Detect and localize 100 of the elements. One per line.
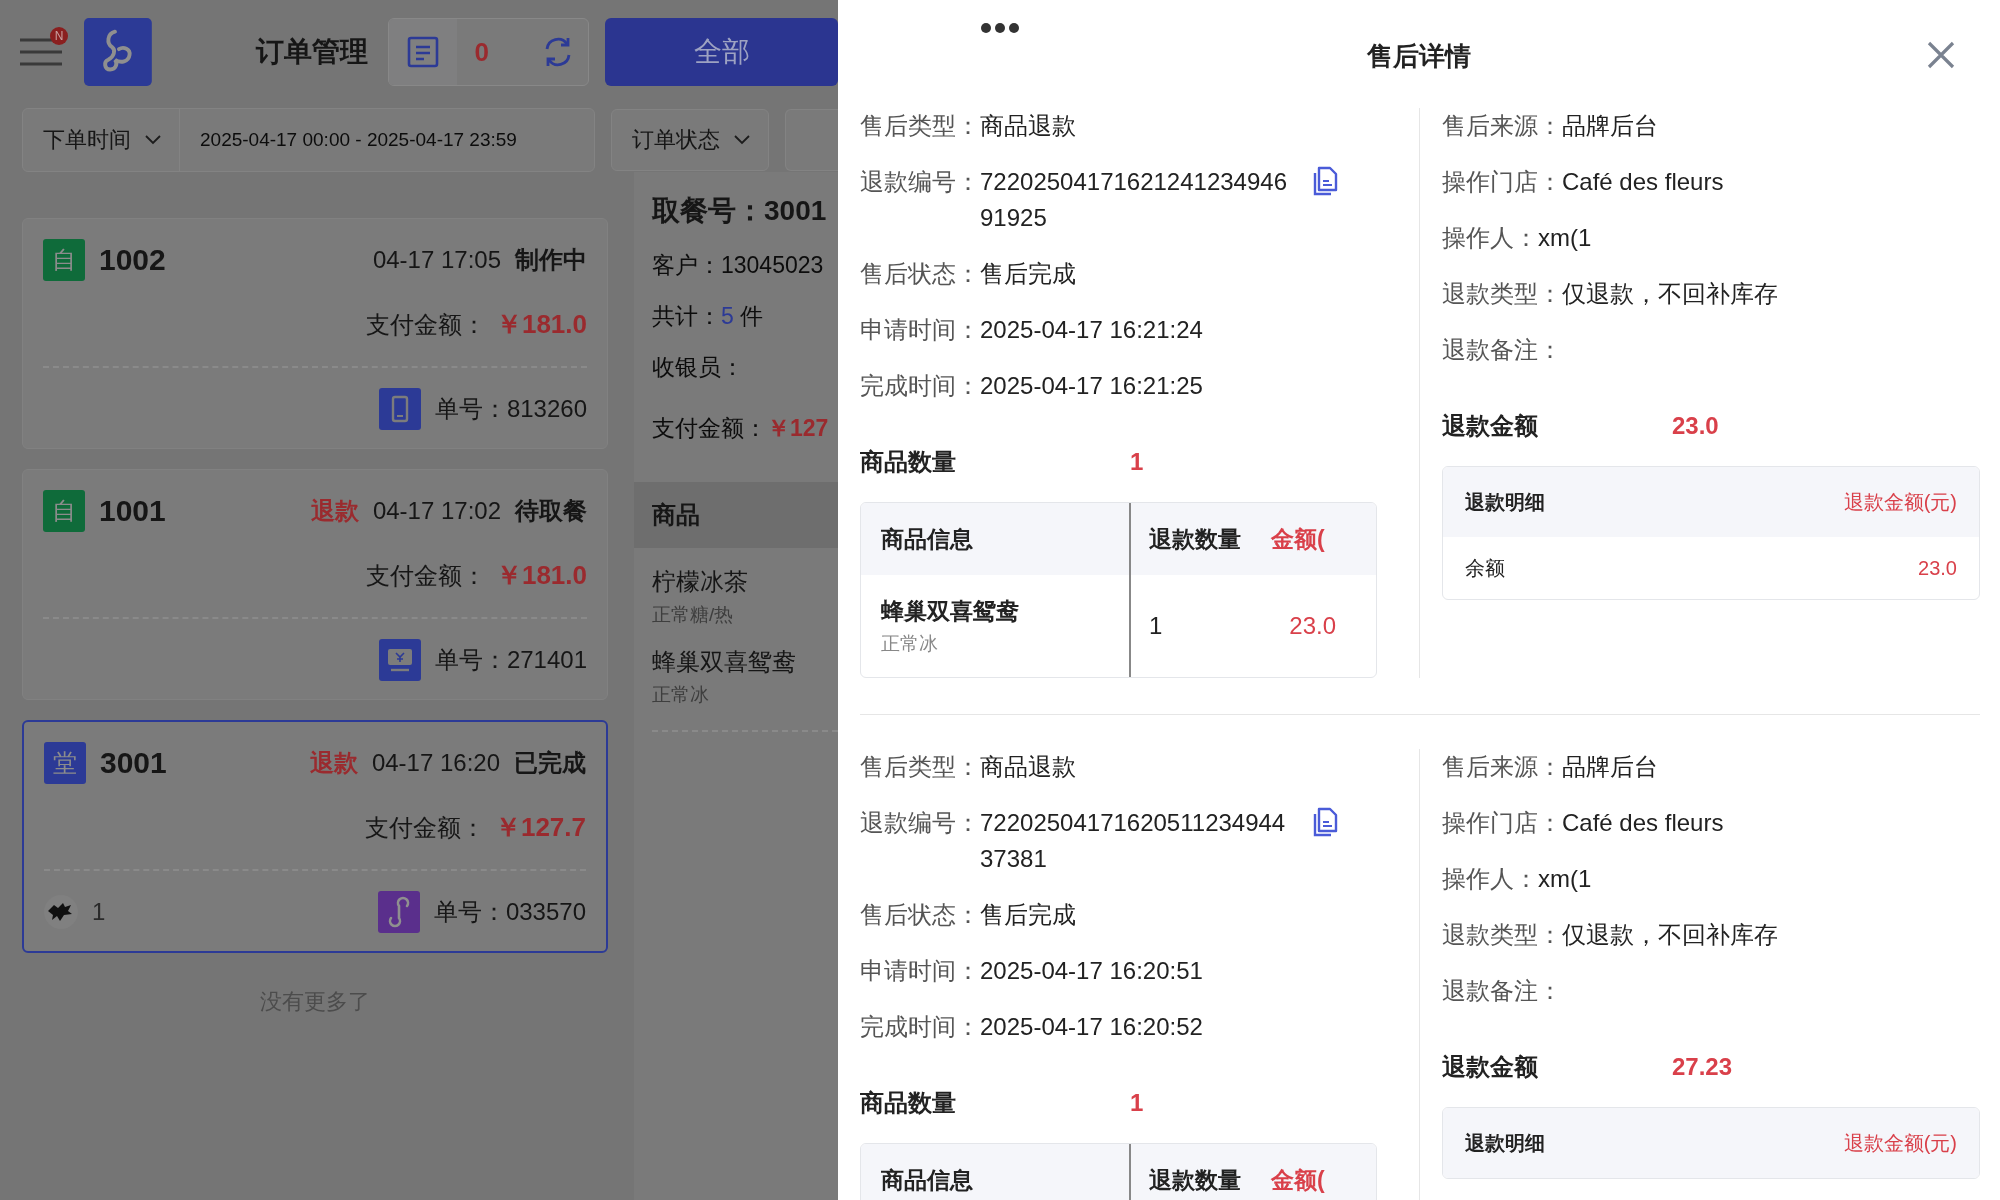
product-name: 蜂巢双喜鸳鸯 [881,596,1019,626]
product-spec: 正常冰 [881,631,938,656]
filter-dropdown[interactable]: 订单状态 [611,109,769,171]
order-time: 04-17 16:20 [371,749,500,777]
column-header: 商品信息 [861,503,1131,575]
field-value: 品牌后台 [1562,752,1658,782]
field-value: xm(1 [1538,223,1592,253]
table-cell: 23.0 [1918,556,1957,580]
column-header: 退款数量 [1148,524,1242,554]
order-number: 1001 [99,494,167,528]
monitor-icon [378,639,421,681]
order-type-badge: 自 [43,239,85,281]
field-value: Café des fleurs [1562,167,1724,197]
pay-amount: ￥127 [767,415,829,441]
refund-number: 7220250417162051123494437381 [980,808,1287,874]
field-value: 售后完成 [980,900,1076,930]
pay-label: 支付金额： [652,415,767,441]
copy-icon[interactable] [1312,807,1338,837]
quantity-label: 商品数量 [860,447,957,477]
quantity-label: 商品数量 [860,1088,957,1118]
pay-amount: ￥127.7 [494,811,586,844]
item-name: 柠檬冰茶 [652,567,749,597]
pay-label: 支付金额： [365,309,486,340]
field-label: 售后类型： [860,752,980,782]
field-value: 2025-04-17 16:21:24 [980,315,1203,345]
field-label: 申请时间： [860,315,980,345]
field-label: 退款类型： [1442,279,1562,309]
item-spec: 正常冰 [652,683,710,707]
order-type-badge: 堂 [44,742,86,784]
order-status: 待取餐 [515,496,587,526]
field-label: 售后类型： [860,111,980,141]
logo-icon [84,17,152,87]
order-number: 1002 [99,243,167,277]
order-no-label: 单号： [434,394,507,424]
pay-amount: ￥181.0 [495,308,587,341]
item-name: 蜂巢双喜鸳鸯 [652,647,797,677]
detail-field: 收银员： [634,352,838,383]
page-title: 订单管理 [255,35,369,69]
field-value: 仅退款，不回补库存 [1562,279,1778,309]
order-time: 04-17 17:05 [372,246,501,274]
order-number: 3001 [100,746,168,780]
pay-label: 支付金额： [365,560,486,591]
count-label: 共计： [652,303,721,329]
field-value: Café des fleurs [1562,808,1724,838]
field-value: 售后完成 [980,259,1076,289]
table-cell-text: 余额 [1465,555,1505,581]
column-header: 退款明细 [1465,1130,1545,1156]
orders-button[interactable] [388,19,457,85]
table-cell-text: 1 [1148,612,1164,640]
field-value: xm(1 [1538,864,1592,894]
quantity-value: 1 [1130,448,1144,476]
refund-number: 7220250417162124123494691925 [980,167,1288,233]
column-header: 退款明细 [1465,489,1545,515]
pay-label: 支付金额： [364,812,485,843]
field-label: 操作门店： [1442,167,1562,197]
refund-tag: 退款 [309,747,358,779]
field-label: 完成时间： [860,1012,980,1042]
field-label: 申请时间： [860,956,980,986]
column-header: 商品信息 [861,1144,1131,1200]
refund-amount: 23.0 [1672,412,1719,440]
chevron-down-icon [734,135,750,145]
detail-field: 客户：13045023 [634,250,838,281]
refund-tag: 退款 [310,495,359,527]
order-time: 04-17 17:02 [372,497,501,525]
field-value: 品牌后台 [1562,111,1658,141]
field-label: 完成时间： [860,371,980,401]
phone-icon [378,388,421,430]
order-no-label: 单号： [433,897,506,927]
column-header: 金额( [1271,524,1326,554]
order-no: 033570 [505,898,586,926]
order-card[interactable]: 自 1002 04-17 17:05 制作中 支付金额： ￥181.0 单号：813260 [22,218,608,449]
more-icon[interactable] [980,22,1020,34]
refund-amount-label: 退款金额 [1442,1052,1539,1082]
pickup-number: 取餐号：3001 [650,194,828,228]
link-icon [377,891,420,933]
table-cell-text: 23.0 [1288,612,1337,640]
field-value: 2025-04-17 16:20:51 [980,956,1203,986]
field-label: 退款备注： [1442,976,1562,1006]
document-icon [406,36,439,68]
notification-badge: N [50,27,68,45]
quantity-value: 1 [1130,1089,1144,1117]
field-value: 2025-04-17 16:20:52 [980,1012,1203,1042]
order-no: 813260 [506,395,587,423]
order-no-label: 单号： [434,645,507,675]
count-unit: 件 [740,303,764,329]
order-card[interactable]: 自 1001 退款 04-17 17:02 待取餐 支付金额： ￥181.0 单号：271401 [22,469,608,700]
order-status: 已完成 [514,748,586,778]
field-label: 售后状态： [860,259,980,289]
field-value: 商品退款 [980,111,1076,141]
refund-amount: 27.23 [1672,1053,1733,1081]
copy-icon[interactable] [1312,166,1338,196]
field-label: 售后状态： [860,900,980,930]
column-header: 退款金额(元) [1843,489,1957,515]
all-tab[interactable]: 全部 [605,18,838,86]
order-no: 271401 [506,646,587,674]
field-label: 退款类型： [1442,920,1562,950]
order-type-badge: 自 [43,490,85,532]
order-card[interactable]: 堂 3001 退款 04-17 16:20 已完成 支付金额： ￥127.7 1 单号：033570 [22,720,608,953]
close-button[interactable] [1926,40,1956,70]
field-value: 2025-04-17 16:21:25 [980,371,1203,401]
